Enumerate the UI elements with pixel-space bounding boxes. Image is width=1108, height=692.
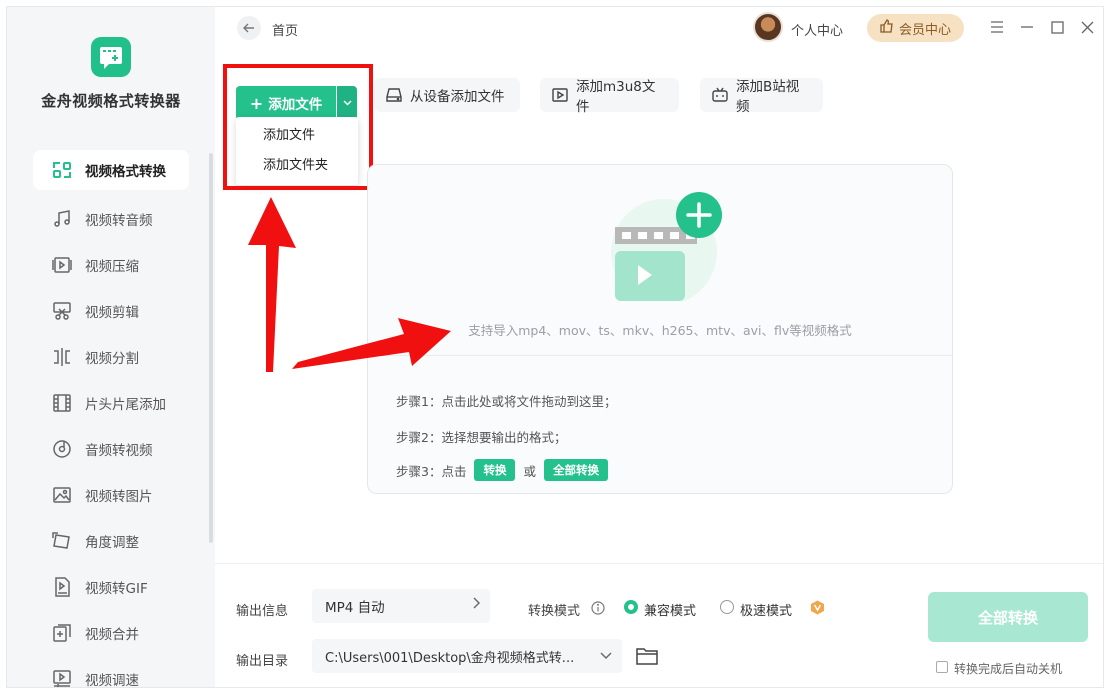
sidebar-item-video-split[interactable]: 视频分割 — [33, 334, 189, 380]
arrow-left-icon — [243, 23, 254, 33]
chevron-right-icon — [472, 597, 480, 612]
sidebar-item-video-compress[interactable]: 视频压缩 — [33, 242, 189, 288]
top-bar: 首页 个人中心 会员中心 — [215, 7, 1103, 51]
fast-mode-radio[interactable] — [720, 600, 734, 614]
output-dir-select[interactable]: C:\Users\001\Desktop\金舟视频格式转... — [312, 639, 622, 673]
split-icon — [51, 346, 73, 368]
step-convert-all-badge: 全部转换 — [543, 459, 608, 481]
bilibili-icon — [712, 87, 728, 103]
compress-icon — [51, 254, 73, 276]
app-window: 金舟视频格式转换器 视频格式转换 视频转音频 视频压缩 视频剪辑 视频分割 片头… — [6, 6, 1104, 688]
sidebar-item-video-speed[interactable]: 视频调速 — [33, 656, 189, 688]
step-1-text: 步骤1：点击此处或将文件拖动到这里； — [396, 394, 617, 409]
vip-center-label: 会员中心 — [898, 22, 951, 38]
film-strip-icon — [51, 392, 73, 414]
sidebar-item-video-convert[interactable]: 视频格式转换 — [33, 150, 189, 190]
sidebar-item-video-merge[interactable]: 视频合并 — [33, 610, 189, 656]
sidebar-item-label: 片头片尾添加 — [85, 397, 166, 413]
add-from-device-label: 从设备添加文件 — [410, 89, 505, 105]
auto-shutdown-label[interactable]: 转换完成后自动关机 — [954, 660, 1062, 677]
breadcrumb-home[interactable]: 首页 — [272, 20, 298, 39]
add-m3u8-label: 添加m3u8文件 — [576, 79, 656, 115]
sidebar-item-label: 视频调速 — [85, 673, 139, 688]
sidebar-scrollbar[interactable] — [209, 153, 213, 543]
divider — [368, 355, 952, 356]
sidebar-nav: 视频格式转换 视频转音频 视频压缩 视频剪辑 视频分割 片头片尾添加 音频转视频… — [33, 150, 189, 688]
output-info-label: 输出信息 — [236, 604, 289, 619]
speed-icon — [51, 668, 73, 687]
output-format-value: MP4 自动 — [325, 600, 385, 616]
output-format-select[interactable]: MP4 自动 — [312, 589, 490, 623]
step-3-prefix: 步骤3：点击 — [396, 463, 467, 479]
rotate-icon — [51, 530, 73, 552]
step-3-or: 或 — [523, 463, 536, 479]
sidebar-item-label: 视频合并 — [85, 627, 139, 643]
disc-icon — [51, 438, 73, 460]
user-center-link[interactable]: 个人中心 — [791, 20, 843, 39]
sidebar: 金舟视频格式转换器 视频格式转换 视频转音频 视频压缩 视频剪辑 视频分割 片头… — [7, 7, 215, 688]
sidebar-item-audio-to-video[interactable]: 音频转视频 — [33, 426, 189, 472]
supported-formats-hint: 支持导入mp4、mov、ts、mkv、h265、mtv、avi、flv等视频格式 — [468, 323, 852, 338]
sidebar-item-video-edit[interactable]: 视频剪辑 — [33, 288, 189, 334]
info-icon[interactable] — [591, 600, 605, 619]
merge-icon — [51, 622, 73, 644]
compatible-mode-label[interactable]: 兼容模式 — [644, 600, 696, 619]
file-drop-zone[interactable]: 支持导入mp4、mov、ts、mkv、h265、mtv、avi、flv等视频格式… — [367, 164, 953, 494]
annotation-highlight-box — [223, 64, 373, 190]
vip-badge-icon — [810, 600, 825, 619]
auto-shutdown-checkbox[interactable] — [936, 661, 948, 673]
vip-center-button[interactable]: 会员中心 — [867, 14, 964, 42]
sidebar-item-angle-adjust[interactable]: 角度调整 — [33, 518, 189, 564]
add-from-device-button[interactable]: 从设备添加文件 — [374, 78, 520, 112]
menu-icon[interactable] — [987, 17, 1007, 37]
compatible-mode-radio[interactable] — [624, 600, 638, 614]
sidebar-item-video-to-image[interactable]: 视频转图片 — [33, 472, 189, 518]
chevron-down-icon — [600, 649, 612, 663]
step-2-text: 步骤2：选择想要输出的格式； — [396, 430, 567, 445]
app-name: 金舟视频格式转换器 — [41, 92, 181, 110]
sidebar-item-label: 视频格式转换 — [85, 164, 166, 180]
step-convert-badge: 转换 — [474, 459, 516, 481]
sidebar-item-label: 角度调整 — [85, 535, 139, 551]
sidebar-item-label: 视频分割 — [85, 351, 139, 367]
sidebar-item-label: 视频转GIF — [85, 581, 148, 597]
convert-all-button[interactable]: 全部转换 — [928, 592, 1088, 642]
convert-mode-label: 转换模式 — [528, 604, 581, 619]
video-play-icon — [552, 87, 568, 103]
folder-icon[interactable] — [636, 647, 658, 669]
image-icon — [51, 484, 73, 506]
video-upload-icon — [611, 192, 722, 301]
drive-icon — [386, 87, 402, 103]
add-m3u8-button[interactable]: 添加m3u8文件 — [540, 78, 679, 115]
step-3-line: 步骤3：点击 转换 或 全部转换 — [396, 459, 616, 481]
add-bilibili-button[interactable]: 添加B站视频 — [700, 78, 823, 115]
convert-icon — [51, 159, 73, 181]
sidebar-item-video-to-gif[interactable]: 视频转GIF — [33, 564, 189, 610]
sidebar-item-intro-outro[interactable]: 片头片尾添加 — [33, 380, 189, 426]
sidebar-item-video-to-audio[interactable]: 视频转音频 — [33, 196, 189, 242]
app-logo-icon — [91, 37, 131, 77]
back-button[interactable] — [237, 16, 261, 40]
sidebar-item-label: 音频转视频 — [85, 443, 153, 459]
fast-mode-label[interactable]: 极速模式 — [740, 600, 792, 619]
close-icon[interactable] — [1077, 17, 1097, 37]
sidebar-item-label: 视频剪辑 — [85, 305, 139, 321]
add-bilibili-label: 添加B站视频 — [736, 79, 800, 115]
music-note-icon — [51, 208, 73, 230]
gif-icon — [51, 576, 73, 598]
maximize-icon[interactable] — [1047, 17, 1067, 37]
avatar[interactable] — [753, 12, 783, 42]
output-dir-value: C:\Users\001\Desktop\金舟视频格式转... — [325, 650, 575, 666]
sidebar-item-label: 视频压缩 — [85, 259, 139, 275]
sidebar-item-label: 视频转音频 — [85, 213, 153, 229]
thumbs-up-icon — [880, 19, 894, 37]
output-settings-bar: 输出信息 MP4 自动 转换模式 兼容模式 极速模式 输出目录 C:\Users… — [215, 563, 1103, 687]
sidebar-item-label: 视频转图片 — [85, 489, 153, 505]
scissors-icon — [51, 300, 73, 322]
minimize-icon[interactable] — [1017, 17, 1037, 37]
output-dir-label: 输出目录 — [236, 654, 289, 669]
